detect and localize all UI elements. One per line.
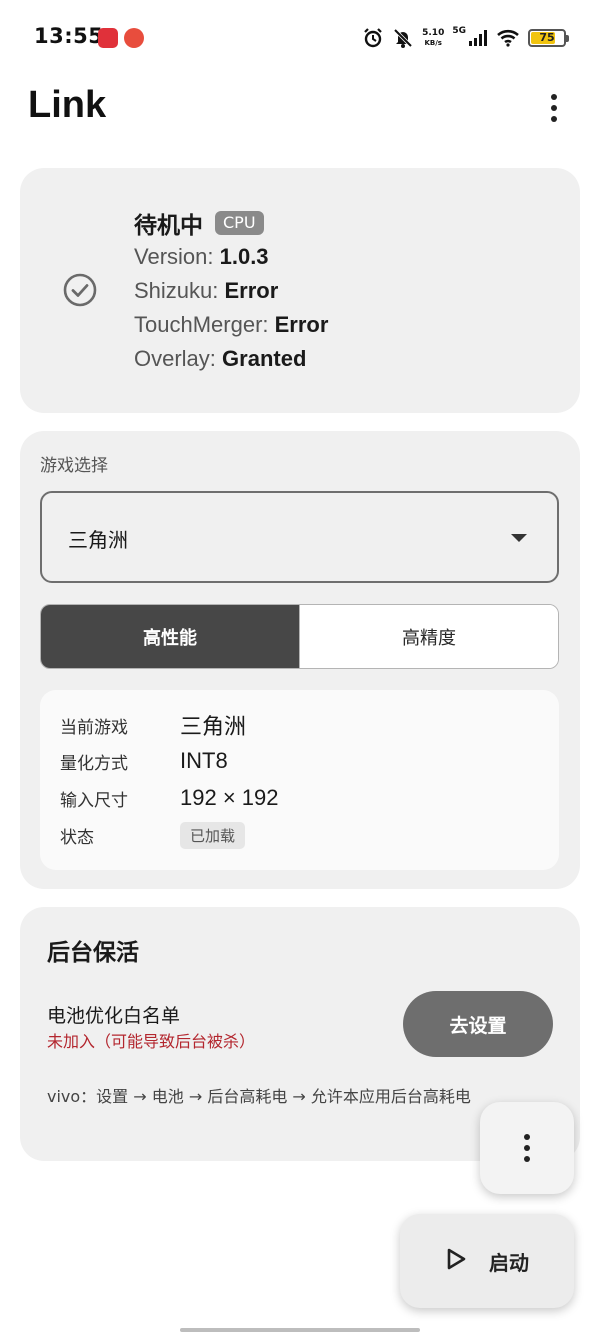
- caret-down-icon: [511, 534, 527, 542]
- info-value: 三角洲: [180, 714, 247, 739]
- net-speed-unit: KB/s: [424, 39, 442, 47]
- status-card: 待机中 CPU Version: 1.0.3 Shizuku: Error To…: [20, 168, 580, 413]
- overlay-label: Overlay:: [134, 346, 223, 371]
- mode-toggle: 高性能 高精度: [40, 604, 559, 669]
- info-row-quantization: 量化方式 INT8: [60, 746, 228, 776]
- info-key: 当前游戏: [60, 717, 128, 738]
- net-speed: 5.10 KB/s: [422, 28, 444, 48]
- more-fab[interactable]: [480, 1102, 574, 1194]
- status-time: 13:55: [34, 24, 104, 48]
- mute-icon: [392, 27, 414, 49]
- info-key: 输入尺寸: [60, 790, 128, 811]
- info-value: 192 × 192: [180, 785, 279, 810]
- battery-optimization-title: 电池优化白名单: [47, 1005, 181, 1027]
- game-selection-label: 游戏选择: [40, 456, 108, 476]
- battery-optimization-status: 未加入（可能导致后台被杀）: [47, 1032, 256, 1051]
- info-row-input-size: 输入尺寸 192 × 192: [60, 783, 278, 813]
- net-speed-value: 5.10: [422, 28, 445, 38]
- mode-high-performance[interactable]: 高性能: [41, 605, 299, 668]
- more-vert-icon: [524, 1134, 530, 1140]
- shizuku-line: Shizuku: Error: [134, 274, 328, 308]
- info-row-current-game: 当前游戏 三角洲: [60, 710, 246, 740]
- network-type: 5G: [452, 26, 466, 36]
- app-notification-icon: [98, 28, 118, 48]
- vivo-hint-text: vivo：设置 → 电池 → 后台高耗电 → 允许本应用后台高耗电: [47, 1087, 471, 1106]
- model-info-box: 当前游戏 三角洲 量化方式 INT8 输入尺寸 192 × 192 状态 已加载: [40, 690, 559, 870]
- service-status-title: 待机中: [134, 213, 203, 239]
- battery-level: 75: [539, 31, 555, 44]
- info-key: 量化方式: [60, 753, 128, 774]
- selected-game: 三角洲: [68, 528, 128, 552]
- play-icon: [445, 1247, 467, 1275]
- wifi-icon: [496, 29, 520, 47]
- more-vert-icon-dot: [524, 1145, 530, 1151]
- start-label: 启动: [489, 1250, 529, 1275]
- app-notification-icon: [124, 28, 144, 48]
- status-bar: 13:55 5.10 KB/s 5G 75: [0, 0, 600, 76]
- info-row-state: 状态 已加载: [60, 820, 246, 850]
- info-value: INT8: [180, 748, 228, 773]
- version-label: Version:: [134, 244, 220, 269]
- battery-icon: 75: [528, 29, 569, 47]
- more-vert-icon-dot: [524, 1156, 530, 1162]
- check-circle-icon: [62, 272, 98, 308]
- more-vert-icon-dot: [551, 116, 557, 122]
- game-selection-card: 游戏选择 三角洲 高性能 高精度 当前游戏 三角洲 量化方式 INT8 输入尺寸…: [20, 431, 580, 889]
- more-vert-icon: [551, 94, 557, 100]
- status-icons: 5.10 KB/s 5G 75: [362, 24, 569, 52]
- overlay-value: Granted: [222, 346, 307, 371]
- overflow-menu-button[interactable]: [538, 90, 570, 126]
- touchmerger-label: TouchMerger:: [134, 312, 275, 337]
- status-badge: 已加载: [180, 821, 246, 849]
- keep-alive-title: 后台保活: [47, 940, 139, 966]
- mode-high-precision[interactable]: 高精度: [299, 605, 558, 668]
- touchmerger-value: Error: [274, 312, 329, 337]
- shizuku-value: Error: [224, 278, 279, 303]
- go-settings-button[interactable]: 去设置: [403, 991, 553, 1057]
- overlay-line: Overlay: Granted: [134, 342, 328, 376]
- version-line: Version: 1.0.3: [134, 240, 328, 274]
- shizuku-label: Shizuku:: [134, 278, 225, 303]
- more-vert-icon-dot: [551, 105, 557, 111]
- alarm-icon: [362, 27, 384, 49]
- game-dropdown[interactable]: 三角洲: [40, 491, 559, 583]
- touchmerger-line: TouchMerger: Error: [134, 308, 328, 342]
- signal-icon: [468, 29, 488, 47]
- version-value: 1.0.3: [219, 244, 269, 269]
- home-indicator[interactable]: [180, 1328, 420, 1332]
- start-fab[interactable]: 启动: [400, 1214, 574, 1308]
- backend-badge: CPU: [215, 211, 264, 235]
- app-title: Link: [28, 84, 107, 126]
- info-key: 状态: [60, 827, 94, 848]
